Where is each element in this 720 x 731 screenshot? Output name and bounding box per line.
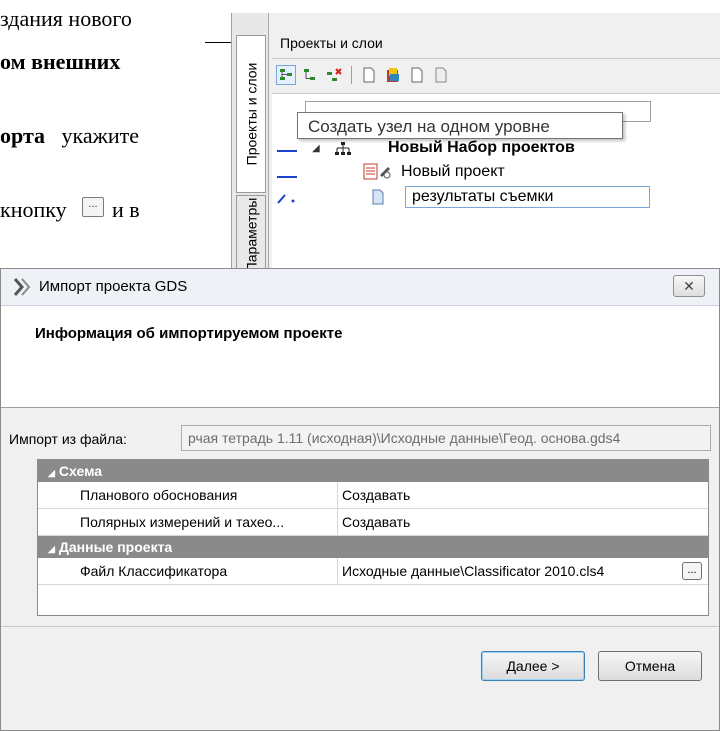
group-scheme-label: Схема: [58, 463, 103, 479]
panel-divider: [272, 58, 720, 59]
property-name: Полярных измерений и тахео...: [38, 509, 338, 535]
document-text-line-2: ом внешних: [0, 49, 121, 74]
document-text-line-1: здания нового: [0, 6, 132, 31]
polyline-layer-icon: [277, 194, 295, 204]
toolbar-separator: [351, 66, 352, 84]
source-file-field[interactable]: рчая тетрадь 1.11 (исходная)\Исходные да…: [181, 425, 711, 451]
tree-root-label[interactable]: Новый Набор проектов: [388, 139, 575, 157]
tab-parameters[interactable]: Параметры: [236, 195, 266, 275]
tab-parameters-label: Параметры: [243, 197, 260, 273]
layer-line-icon: [277, 150, 297, 152]
document-gray-icon[interactable]: [431, 65, 451, 85]
panel-title: Проекты и слои: [280, 35, 383, 51]
source-file-label: Импорт из файла:: [9, 431, 127, 447]
document-icon[interactable]: [407, 65, 427, 85]
project-icon: [363, 163, 391, 180]
group-header-scheme[interactable]: ◢ Схема: [38, 460, 708, 482]
document-text-line-3-rest: укажите: [61, 123, 140, 148]
import-document-icon[interactable]: [383, 65, 403, 85]
document-text-line-4-left: кнопку: [0, 197, 67, 222]
group-project-data-label: Данные проекта: [58, 539, 173, 555]
group-header-project-data[interactable]: ◢ Данные проекта: [38, 536, 708, 558]
import-dialog: Импорт проекта GDS ✕ Информация об импор…: [0, 268, 720, 731]
property-value[interactable]: Создавать: [338, 482, 708, 508]
vertical-tab-strip: Проекты и слои Параметры: [232, 13, 269, 275]
close-button[interactable]: ✕: [673, 275, 705, 297]
footer-divider: [1, 626, 719, 627]
layer-line-icon: [277, 176, 297, 178]
rename-layer-input[interactable]: результаты съемки: [405, 186, 650, 208]
property-row[interactable]: Полярных измерений и тахео... Создавать: [38, 509, 708, 536]
browse-button[interactable]: ...: [682, 562, 702, 580]
tooltip: Создать узел на одном уровне: [297, 112, 623, 139]
collapse-triangle-icon[interactable]: ◢: [48, 544, 55, 554]
tab-projects-and-layers[interactable]: Проекты и слои: [236, 35, 266, 193]
property-name: Планового обоснования: [38, 482, 338, 508]
dialog-title: Импорт проекта GDS: [39, 278, 188, 295]
delete-node-icon[interactable]: [324, 65, 344, 85]
property-row[interactable]: Планового обоснования Создавать: [38, 482, 708, 509]
collapse-triangle-icon[interactable]: ◢: [312, 143, 320, 154]
create-sibling-node-icon[interactable]: [276, 65, 296, 85]
next-button[interactable]: Далее >: [481, 651, 585, 681]
document-dash: [205, 42, 231, 43]
property-grid: ◢ Схема Планового обоснования Создавать П…: [37, 459, 709, 616]
layer-document-icon: [372, 189, 384, 205]
document-text-line-4-right: и в: [112, 197, 140, 222]
document-text-line-3-bold: орта: [0, 123, 46, 148]
panel-toolbar: [276, 64, 451, 86]
dialog-titlebar: Импорт проекта GDS ✕: [1, 269, 719, 306]
property-value[interactable]: Создавать: [338, 509, 708, 535]
classifier-file-path: Исходные данные\Classificator 2010.cls4: [342, 563, 605, 579]
collapse-triangle-icon[interactable]: ◢: [48, 468, 55, 478]
tab-projects-and-layers-label: Проекты и слои: [243, 62, 259, 166]
project-set-icon: [335, 142, 351, 155]
document-ellipsis-button-icon: ...: [82, 197, 104, 217]
create-child-node-icon[interactable]: [300, 65, 320, 85]
property-name: Файл Классификатора: [38, 558, 338, 584]
document-text-line-3: орта укажите: [0, 123, 139, 149]
dialog-header: Информация об импортируемом проекте: [1, 306, 719, 408]
property-row[interactable]: Файл Классификатора Исходные данные\Clas…: [38, 558, 708, 585]
cancel-button[interactable]: Отмена: [598, 651, 702, 681]
new-document-icon[interactable]: [359, 65, 379, 85]
property-value[interactable]: Исходные данные\Classificator 2010.cls4 …: [338, 558, 708, 584]
dialog-heading: Информация об импортируемом проекте: [35, 325, 343, 342]
app-icon: [13, 278, 31, 296]
tree-project-label[interactable]: Новый проект: [401, 163, 505, 181]
